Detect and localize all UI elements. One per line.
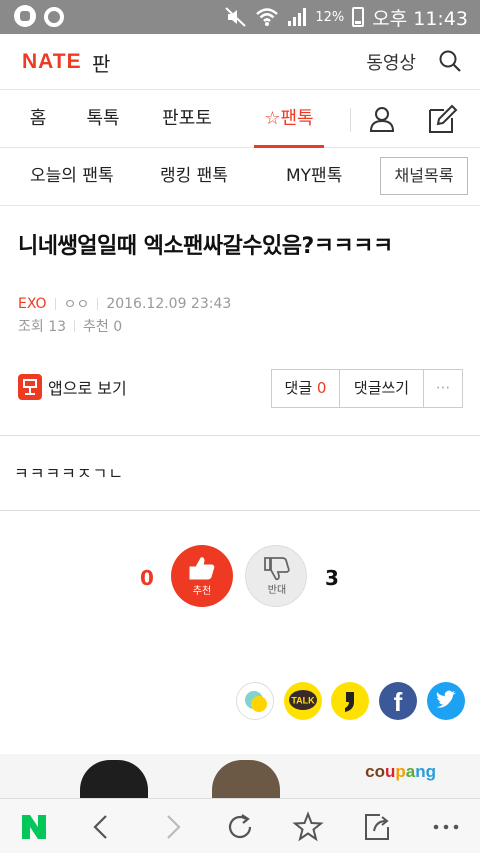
search-icon[interactable] — [438, 49, 462, 73]
kakao-quote-icon[interactable] — [331, 682, 369, 720]
channel-list-button[interactable]: 채널목록 — [380, 157, 468, 195]
comment-button-group: 댓글 0 댓글쓰기 ··· — [271, 369, 463, 408]
talk-label: TALK — [291, 696, 315, 706]
video-link[interactable]: 동영상 — [366, 49, 416, 75]
header: NATE 판 동영상 — [0, 34, 480, 90]
meta-divider — [74, 320, 76, 332]
tab-home[interactable]: 홈 — [18, 90, 58, 148]
view-count: 조회 13 — [18, 319, 67, 335]
signal-icon — [288, 8, 307, 26]
clock: 오후 11:43 — [372, 7, 468, 30]
battery-percent: 12% — [315, 9, 345, 25]
nate-logo[interactable]: NATE — [22, 50, 82, 74]
article-meta: EXO ㅇㅇ 2016.12.09 23:43 — [18, 294, 231, 314]
sub-tabs: 오늘의 팬톡 랭킹 팬톡 MY팬톡 채널목록 — [0, 148, 480, 206]
thumbs-up-icon — [189, 557, 215, 580]
meta-divider — [97, 298, 99, 310]
facebook-letter: f — [394, 687, 403, 717]
app-notification-icon — [14, 5, 36, 27]
oppose-label: 반대 — [267, 585, 287, 596]
subtab-today[interactable]: 오늘의 팬톡 — [30, 148, 114, 206]
recommend-count: 추천 0 — [83, 319, 123, 335]
more-options-button[interactable]: ··· — [424, 370, 462, 407]
upvote-count: 0 — [140, 566, 154, 590]
bookmark-star-icon[interactable] — [292, 811, 324, 843]
sync-notification-icon — [44, 7, 64, 27]
author: ㅇㅇ — [63, 297, 90, 313]
mute-icon — [225, 7, 247, 27]
divider — [0, 510, 480, 511]
subtab-my[interactable]: MY팬톡 — [286, 148, 342, 206]
coupang-logo[interactable]: coupang — [365, 762, 436, 782]
pann-logo[interactable]: 판 — [92, 48, 110, 77]
forward-icon[interactable] — [156, 811, 188, 843]
thumbs-down-icon — [264, 557, 290, 581]
open-in-app-label: 앱으로 보기 — [48, 379, 127, 398]
open-in-app-link[interactable]: 앱으로 보기 — [18, 374, 127, 400]
naver-home-icon[interactable] — [18, 811, 50, 843]
article-content: ㅋㅋㅋㅋㅈㄱㄴ — [14, 464, 125, 483]
divider — [0, 435, 480, 436]
meta-divider — [54, 298, 56, 310]
recommend-button[interactable]: 추천 — [171, 545, 233, 607]
kakaostory-icon[interactable] — [236, 682, 274, 720]
channel-link[interactable]: EXO — [18, 296, 47, 312]
ad-banner[interactable]: coupang — [0, 754, 480, 798]
share-bar: TALK f — [0, 682, 480, 722]
write-comment-button[interactable]: 댓글쓰기 — [340, 370, 424, 407]
user-icon[interactable] — [368, 105, 396, 133]
comments-count: 0 — [316, 379, 327, 397]
wifi-icon — [256, 8, 279, 26]
ad-product-image[interactable] — [80, 760, 148, 798]
downvote-count: 3 — [325, 566, 339, 590]
article-title: 니네쌩얼일때 엑소팬싸갈수있음?ㅋㅋㅋㅋ — [18, 234, 393, 259]
recommend-label: 추천 — [192, 586, 212, 597]
browser-nav-bar — [0, 798, 480, 853]
comments-button[interactable]: 댓글 0 — [272, 370, 340, 407]
oppose-button[interactable]: 반대 — [245, 545, 307, 607]
tab-fantalk[interactable]: ☆팬톡 — [254, 90, 324, 148]
comments-label: 댓글 — [284, 379, 313, 397]
more-icon[interactable] — [430, 811, 462, 843]
refresh-icon[interactable] — [224, 811, 256, 843]
status-bar: 12% 오후 11:43 — [0, 0, 480, 34]
tab-toktok[interactable]: 톡톡 — [80, 90, 126, 148]
article-stats: 조회 13 추천 0 — [18, 316, 122, 336]
battery-icon — [352, 7, 365, 27]
twitter-icon[interactable] — [427, 682, 465, 720]
facebook-icon[interactable]: f — [379, 682, 417, 720]
write-icon[interactable] — [426, 104, 458, 134]
kakaotalk-icon[interactable]: TALK — [284, 682, 322, 720]
share-icon[interactable] — [362, 811, 394, 843]
back-icon[interactable] — [86, 811, 118, 843]
main-tabs: 홈 톡톡 판포토 ☆팬톡 — [0, 90, 480, 148]
tab-pannphoto[interactable]: 판포토 — [158, 90, 216, 148]
pann-app-icon — [18, 374, 42, 400]
tab-divider — [350, 108, 351, 132]
ad-product-image[interactable] — [212, 760, 280, 798]
post-date: 2016.12.09 23:43 — [106, 296, 232, 312]
subtab-ranking[interactable]: 랭킹 팬톡 — [160, 148, 228, 206]
